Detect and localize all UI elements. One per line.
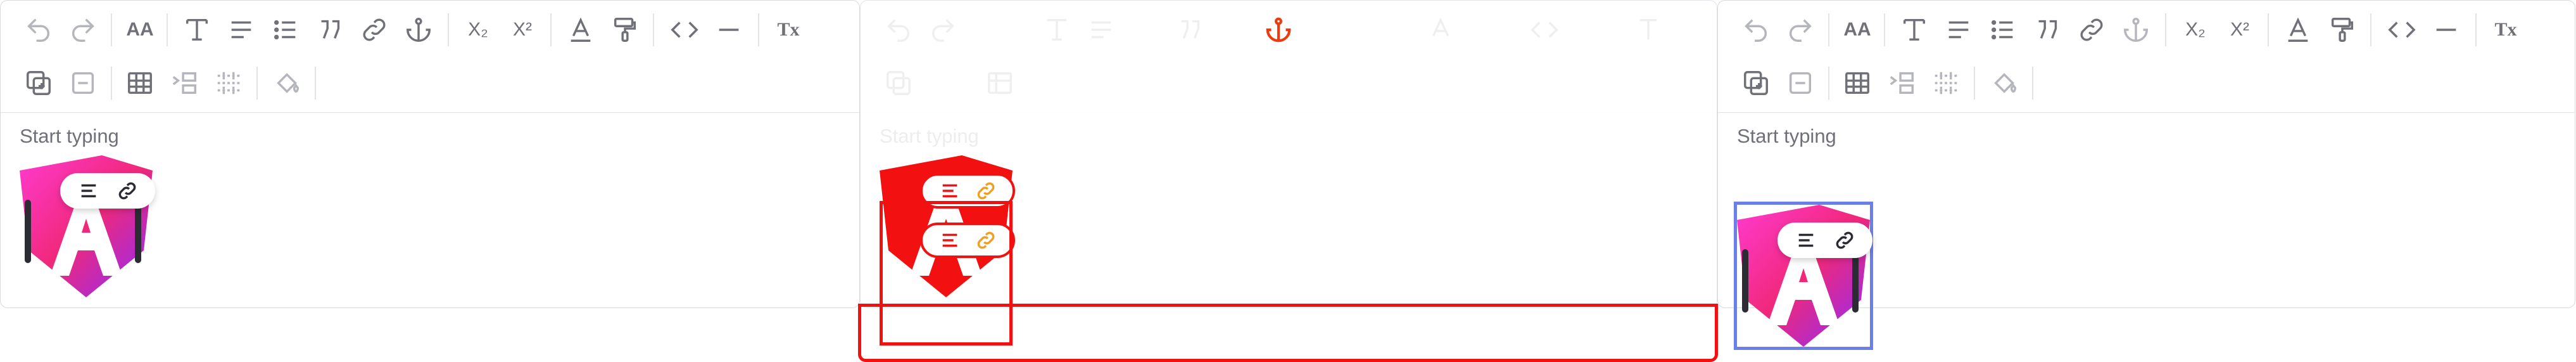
font-size-icon[interactable]: AA [121,11,159,49]
superscript-icon[interactable]: X² [503,11,541,49]
horizontal-rule-icon[interactable] [710,11,748,49]
font-size-icon[interactable]: AA [1838,11,1876,49]
clear-format-icon[interactable]: Tx [2487,11,2525,49]
font-size-label: AA [1843,19,1871,40]
image-link-icon[interactable] [975,180,997,202]
add-block-icon[interactable] [20,64,58,102]
image-link-icon[interactable] [1834,229,1855,251]
editor-toolbar: AA X₂ X² Tx [1,1,859,113]
subscript-label: X₂ [468,19,488,40]
grid-icon[interactable] [210,64,248,102]
grid-icon[interactable] [1927,64,1965,102]
fill-color-icon[interactable] [269,64,307,102]
anchor-icon[interactable] [2117,11,2155,49]
subscript-icon[interactable]: X₂ [459,11,497,49]
add-block-icon[interactable] [1737,64,1775,102]
subscript-label: X₂ [2185,19,2206,40]
editor-panel-2: Start typing [858,0,1718,362]
editor-placeholder: Start typing [20,125,119,147]
bullet-list-icon[interactable] [1984,11,2022,49]
anchor-icon-active[interactable] [1260,11,1297,49]
text-color-icon[interactable] [562,11,600,49]
redo-icon[interactable] [924,11,962,49]
superscript-label: X² [2230,19,2249,40]
code-icon[interactable] [666,11,704,49]
table-icon[interactable] [1838,64,1876,102]
editor-toolbar: AA X₂ X² Tx [1718,1,2575,113]
clear-format-label: Tx [777,19,800,40]
anchor-icon[interactable] [400,11,438,49]
add-block-icon[interactable] [880,64,918,102]
indent-icon[interactable] [165,64,203,102]
redo-icon[interactable] [1781,11,1819,49]
font-size-label: AA [126,19,154,40]
paint-format-icon[interactable] [2323,11,2361,49]
link-icon[interactable] [355,11,393,49]
code-icon[interactable] [1525,11,1563,49]
content-highlight-box [858,304,1718,362]
align-icon[interactable] [1940,11,1978,49]
undo-icon[interactable] [1737,11,1775,49]
code-icon[interactable] [2383,11,2421,49]
image-toolbar [1777,223,1872,258]
paint-format-icon[interactable] [606,11,644,49]
undo-icon[interactable] [880,11,918,49]
blockquote-icon[interactable] [2028,11,2066,49]
clear-format-label: Tx [2494,19,2517,40]
text-color-icon[interactable] [1422,11,1460,49]
superscript-icon[interactable]: X² [2221,11,2259,49]
bullet-list-icon[interactable] [267,11,305,49]
text-style-icon[interactable] [1895,11,1933,49]
inline-image-selected[interactable] [1734,202,1873,350]
clear-format-icon[interactable] [1629,11,1667,49]
undo-icon[interactable] [20,11,58,49]
blockquote-icon[interactable] [311,11,349,49]
table-icon[interactable] [121,64,159,102]
editor-placeholder: Start typing [880,125,979,147]
editor-panel-3: AA X₂ X² Tx Start typing [1717,0,2575,350]
text-style-icon[interactable] [178,11,216,49]
link-icon[interactable] [2073,11,2111,49]
align-icon[interactable] [1082,11,1120,49]
image-toolbar [60,173,155,209]
image-link-icon[interactable] [117,180,138,202]
clear-format-icon[interactable]: Tx [769,11,807,49]
align-left-icon[interactable] [1795,229,1817,251]
text-style-icon[interactable] [1038,11,1076,49]
blockquote-icon[interactable] [1171,11,1209,49]
subscript-icon[interactable]: X₂ [2176,11,2214,49]
inline-image[interactable] [20,155,155,297]
table-icon[interactable] [981,64,1019,102]
text-color-icon[interactable] [2279,11,2317,49]
editor-panel-1: AA X₂ X² Tx Start typing [0,0,860,308]
remove-block-icon[interactable] [64,64,102,102]
fill-color-icon[interactable] [1986,64,2024,102]
align-left-icon[interactable] [78,180,99,202]
horizontal-rule-icon[interactable] [2427,11,2465,49]
align-left-icon[interactable] [939,180,961,202]
align-icon[interactable] [222,11,260,49]
redo-icon[interactable] [64,11,102,49]
superscript-label: X² [513,19,532,40]
remove-block-icon[interactable] [1781,64,1819,102]
indent-icon[interactable] [1883,64,1921,102]
editor-placeholder: Start typing [1737,125,1836,147]
